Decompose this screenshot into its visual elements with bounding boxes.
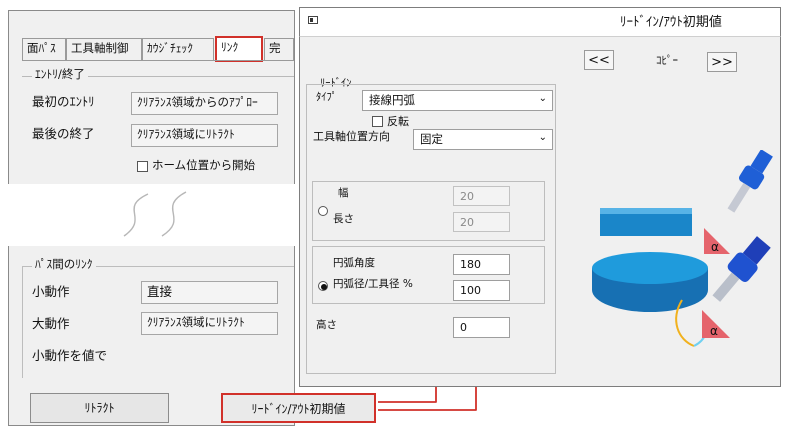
home-position-label: ホーム位置から開始 — [152, 158, 256, 172]
tab-gouge-check[interactable]: ｶｳｼﾞﾁｪｯｸ — [142, 38, 214, 60]
small-move-label: 小動作 — [32, 284, 70, 299]
last-exit-select[interactable]: ｸﾘｱﾗﾝｽ領域にﾘﾄﾗｸﾄ — [131, 124, 278, 147]
chevron-down-icon: ⌄ — [538, 132, 547, 143]
reverse-checkbox[interactable] — [372, 116, 383, 127]
link-group-title: ﾊﾟｽ間のﾘﾝｸ — [32, 258, 96, 271]
type-select[interactable]: 接線円弧 ⌄ — [362, 90, 553, 111]
tab-surface-path[interactable]: 面ﾊﾟｽ — [22, 38, 66, 60]
tool-axis-direction-select[interactable]: 固定 ⌄ — [413, 129, 553, 150]
width-input[interactable]: 20 — [453, 186, 510, 206]
retract-button[interactable]: ﾘﾄﾗｸﾄ — [30, 393, 169, 423]
omitted-section-break — [0, 184, 300, 246]
chevron-down-icon: ⌄ — [538, 93, 547, 104]
height-input[interactable]: 0 — [453, 317, 510, 338]
first-entry-label: 最初のｴﾝﾄﾘ — [32, 94, 95, 109]
entry-exit-group-title: ｴﾝﾄﾘ/終了 — [32, 68, 88, 81]
width-label: 幅 — [338, 187, 349, 199]
width-length-radio[interactable] — [318, 206, 328, 216]
cylinder-part-top — [592, 252, 708, 284]
next-button[interactable]: >> — [707, 52, 737, 72]
tab-finish[interactable]: 完 — [264, 38, 294, 60]
large-move-label: 大動作 — [32, 316, 70, 331]
reverse-label: 反転 — [387, 115, 409, 128]
upper-alpha-text: α — [711, 240, 719, 254]
length-label: 長さ — [333, 213, 354, 225]
last-exit-label: 最後の終了 — [32, 126, 95, 141]
arc-ratio-radio[interactable] — [318, 281, 328, 291]
prev-button[interactable]: << — [584, 50, 614, 70]
arc-ratio-label: 円弧径/工具径 % — [333, 278, 413, 290]
height-label: 高さ — [316, 319, 337, 331]
upper-stock-top — [600, 208, 692, 214]
arc-angle-input[interactable]: 180 — [453, 254, 510, 275]
lower-alpha-text: α — [710, 324, 718, 338]
tab-tool-axis-control[interactable]: 工具軸制御 — [66, 38, 142, 60]
arc-frame — [312, 246, 545, 304]
leadin-preview-image: α α — [592, 150, 773, 347]
wavy-break-marks — [123, 191, 187, 237]
dialog-title: ﾘｰﾄﾞｲﾝ/ｱｳﾄ初期値 — [620, 15, 722, 30]
large-move-select[interactable]: ｸﾘｱﾗﾝｽ領域にﾘﾄﾗｸﾄ — [141, 312, 278, 335]
tab-strip-underline — [22, 60, 294, 61]
tab-link[interactable]: ﾘﾝｸ — [215, 36, 263, 62]
leadin-defaults-button[interactable]: ﾘｰﾄﾞｲﾝ/ｱｳﾄ初期値 — [221, 393, 376, 423]
home-position-checkbox[interactable] — [137, 161, 148, 172]
arc-angle-label: 円弧角度 — [333, 257, 375, 269]
first-entry-select[interactable]: ｸﾘｱﾗﾝｽ領域からのｱﾌﾟﾛｰ — [131, 92, 278, 115]
length-input[interactable]: 20 — [453, 212, 510, 232]
tool-axis-direction-label: 工具軸位置方向 — [313, 130, 390, 143]
type-label: ﾀｲﾌﾟ — [316, 91, 337, 103]
small-move-by-value-label: 小動作を値で — [32, 348, 108, 363]
window-menu-icon[interactable] — [308, 16, 318, 24]
arc-ratio-input[interactable]: 100 — [453, 280, 510, 301]
upper-tool-icon — [727, 150, 773, 213]
copy-label: ｺﾋﾟｰ — [656, 54, 678, 67]
small-move-select[interactable]: 直接 — [141, 281, 278, 304]
